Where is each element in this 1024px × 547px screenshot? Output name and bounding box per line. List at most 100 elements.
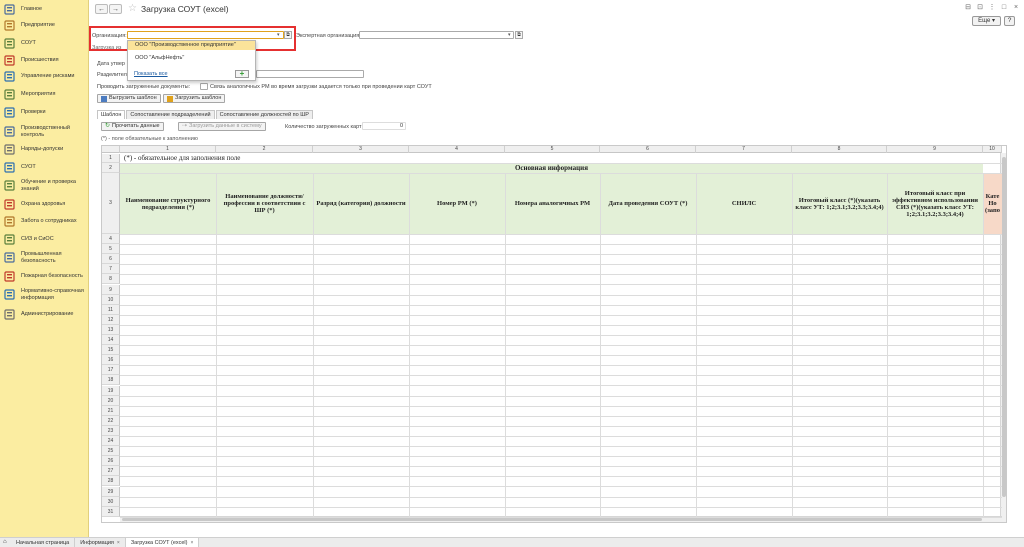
row-header[interactable]: 6 <box>102 254 120 265</box>
attach-icon[interactable]: ⊟ <box>964 4 972 12</box>
close-tab-icon[interactable]: × <box>191 539 194 547</box>
tab[interactable]: Сопоставление подразделений <box>126 110 215 119</box>
sidebar-item[interactable]: Пожарная безопасность <box>0 271 89 282</box>
tab[interactable]: Сопоставление должностей по ШР <box>215 110 313 119</box>
row-header[interactable]: 14 <box>102 335 120 345</box>
dropdown-item[interactable]: ООО "Производственное предприятие" <box>128 41 255 50</box>
org-input[interactable] <box>127 31 284 39</box>
row-header[interactable]: 7 <box>102 264 120 275</box>
bottom-tab[interactable]: Начальная страница <box>11 538 76 547</box>
sidebar-item[interactable]: Обучение и проверка знаний <box>0 179 89 192</box>
row-header[interactable]: 22 <box>102 415 120 426</box>
help-button[interactable]: ? <box>1004 16 1015 26</box>
add-plus-icon[interactable]: + <box>235 70 249 78</box>
sidebar-item[interactable]: Главное <box>0 4 89 15</box>
column-header[interactable]: 8 <box>792 146 887 153</box>
read-data-button[interactable]: ↻ Прочитать данные <box>101 122 164 131</box>
row-header[interactable]: 11 <box>102 304 120 315</box>
expert-dropdown-arrow-icon[interactable]: ▾ <box>508 32 511 38</box>
row-header[interactable]: 9 <box>102 284 120 295</box>
column-title-cell[interactable]: Номер РМ (*) <box>409 173 505 234</box>
row-header[interactable]: 2 <box>102 163 120 173</box>
row-header[interactable]: 12 <box>102 314 120 325</box>
row-header[interactable]: 21 <box>102 405 120 416</box>
row-header[interactable]: 10 <box>102 294 120 305</box>
separator-input[interactable] <box>256 70 364 78</box>
column-title-cell[interactable]: Итоговый класс (*)(указать класс УТ: 1;2… <box>792 173 887 234</box>
unload-template-button[interactable]: Выгрузить шаблон <box>97 94 161 103</box>
tab[interactable]: Шаблон <box>97 110 126 119</box>
row-header[interactable]: 17 <box>102 365 120 376</box>
favorite-star-icon[interactable]: ☆ <box>128 4 137 14</box>
sidebar-item[interactable]: Администрирование <box>0 309 89 320</box>
close-icon[interactable]: × <box>1012 4 1020 12</box>
main-info-cell[interactable]: Основная информация <box>120 163 983 173</box>
row-header[interactable]: 30 <box>102 496 120 507</box>
home-icon[interactable]: ⌂ <box>3 538 11 547</box>
column-title-cell[interactable]: Номера аналогичных РМ <box>505 173 600 234</box>
sidebar-item[interactable]: Нормативно-справочная информация <box>0 288 89 301</box>
column-title-cell[interactable]: Наименование структурного подразделения … <box>120 173 216 234</box>
show-all-link[interactable]: Показать все <box>134 71 168 77</box>
column-header[interactable]: 4 <box>409 146 505 153</box>
row-header[interactable]: 13 <box>102 324 120 335</box>
row-header[interactable]: 18 <box>102 375 120 386</box>
row-header[interactable]: 8 <box>102 274 120 285</box>
column-header[interactable]: 2 <box>216 146 313 153</box>
row-header[interactable]: 16 <box>102 355 120 366</box>
process-docs-checkbox[interactable] <box>200 83 208 90</box>
back-button[interactable]: ← <box>95 4 108 14</box>
column-title-cell[interactable]: Разряд (категория) должности <box>313 173 409 234</box>
column-title-cell[interactable]: Кате Но (запо <box>983 173 1002 234</box>
column-title-cell[interactable]: Наименование должности/профессии в соотв… <box>216 173 313 234</box>
spreadsheet[interactable]: 1 2 3 4 5 6 7 8 9 10 1 2 3 4 5 6 7 8 9 10 11 12 13 14 15 16 17 18 1… <box>101 145 1007 523</box>
column-header[interactable]: 1 <box>120 146 216 153</box>
column-header[interactable]: 5 <box>505 146 600 153</box>
row-header[interactable]: 19 <box>102 385 120 396</box>
sidebar-item[interactable]: СУОТ <box>0 162 89 173</box>
row-header[interactable]: 15 <box>102 345 120 356</box>
upload-template-button[interactable]: Загрузить шаблон <box>163 94 226 103</box>
column-title-cell[interactable]: Дата проведения СОУТ (*) <box>600 173 696 234</box>
row-header[interactable]: 29 <box>102 486 120 497</box>
bottom-tab[interactable]: Информация × <box>75 538 126 547</box>
sidebar-item[interactable]: Охрана здоровья <box>0 199 89 210</box>
more-button[interactable]: Еще ▾ <box>972 16 1001 26</box>
row-header[interactable]: 31 <box>102 506 120 517</box>
expert-input[interactable] <box>359 31 514 39</box>
sidebar-item[interactable]: Производственный контроль <box>0 125 89 138</box>
column-header[interactable]: 9 <box>887 146 983 153</box>
sidebar-item[interactable]: Управление рисками <box>0 71 89 82</box>
column-header[interactable]: 3 <box>313 146 409 153</box>
row-header[interactable]: 28 <box>102 476 120 487</box>
row-header[interactable]: 25 <box>102 446 120 457</box>
sidebar-item[interactable]: СОУТ <box>0 38 89 49</box>
row-header[interactable]: 5 <box>102 244 120 255</box>
forward-button[interactable]: → <box>109 4 122 14</box>
row-header[interactable]: 24 <box>102 436 120 446</box>
expert-open-icon[interactable]: ⧉ <box>515 31 523 39</box>
row-header[interactable]: 27 <box>102 466 120 477</box>
sidebar-item[interactable]: Происшествия <box>0 55 89 66</box>
row-header[interactable]: 4 <box>102 234 120 244</box>
org-dropdown-arrow-icon[interactable]: ▾ <box>277 32 280 38</box>
sidebar-item[interactable]: Наряды-допуски <box>0 144 89 155</box>
load-to-system-button[interactable]: ⇢ Загрузить данные в систему <box>178 122 266 131</box>
column-title-cell[interactable]: СНИЛС <box>696 173 792 234</box>
link-icon[interactable]: ⊡ <box>976 4 984 12</box>
row-header[interactable]: 3 <box>102 173 120 234</box>
vertical-scroll-thumb[interactable] <box>1002 157 1006 497</box>
sidebar-item[interactable]: Мероприятия <box>0 89 89 100</box>
maximize-icon[interactable]: □ <box>1000 4 1008 12</box>
column-header[interactable]: 7 <box>696 146 792 153</box>
sidebar-item[interactable]: Забота о сотрудниках <box>0 216 89 227</box>
column-title-cell[interactable]: Итоговый класс при эффективном использов… <box>887 173 983 234</box>
bottom-tab[interactable]: Загрузка СОУТ (excel) × <box>125 538 200 547</box>
row-header[interactable]: 26 <box>102 456 120 467</box>
column-header[interactable]: 6 <box>600 146 696 153</box>
required-legend-cell[interactable]: (*) - обязательное для заполнения поле <box>122 154 242 163</box>
horizontal-scroll-thumb[interactable] <box>122 518 982 521</box>
row-header[interactable]: 20 <box>102 395 120 406</box>
row-header[interactable]: 1 <box>102 154 120 163</box>
history-icon[interactable]: ⋮ <box>988 4 996 12</box>
